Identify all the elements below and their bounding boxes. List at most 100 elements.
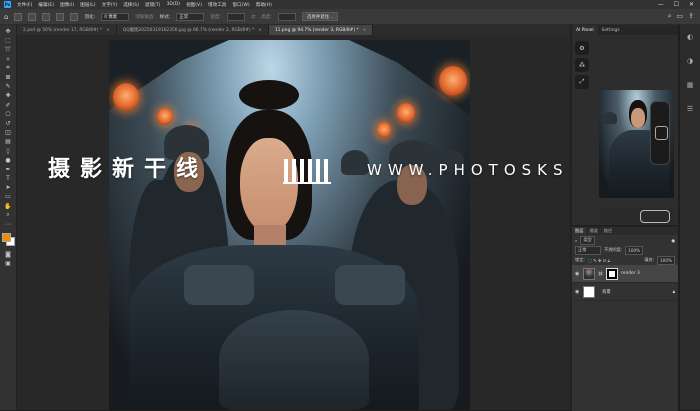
workspace-icon[interactable]: ▭ [677, 12, 684, 21]
eraser-icon[interactable]: ◫ [3, 129, 14, 136]
menu-plugins[interactable]: 增效工具 [208, 2, 226, 8]
screen-mode-icon[interactable]: ▣ [3, 260, 14, 267]
marquee-tool-icon[interactable]: ⬚ [3, 37, 14, 44]
lasso-tool-icon[interactable]: ➰ [3, 46, 14, 53]
gradient-tool-icon[interactable]: ▤ [3, 138, 14, 145]
frame-tool-icon[interactable]: ⊠ [3, 74, 14, 81]
foreground-color-swatch[interactable] [2, 233, 11, 243]
layer-render-3[interactable]: ◉ ⛓︎ render 3 [572, 265, 678, 283]
tab-11-png[interactable]: 11.png @ 94.7% (render 3, RGB/8#) * × [268, 25, 374, 35]
height-label: 高度: [261, 14, 273, 20]
menu-view[interactable]: 视图(V) [186, 2, 202, 8]
tab-close-icon[interactable]: × [106, 28, 110, 33]
filter-toggle-icon[interactable]: ● [671, 238, 675, 243]
swap-icon[interactable]: ⇄ [251, 14, 255, 20]
visibility-eye-icon[interactable]: ◉ [575, 271, 580, 277]
close-button[interactable]: ✕ [689, 1, 694, 8]
ai-panel-controls [599, 208, 673, 224]
visibility-eye-icon[interactable]: ◉ [575, 289, 580, 295]
lantern [397, 103, 415, 123]
slider-knob[interactable] [655, 126, 668, 140]
ai-panel-tabs: AI Panel Settings [572, 25, 678, 35]
crop-tool-icon[interactable]: ⌗ [3, 64, 14, 72]
watermark-logo [283, 159, 331, 184]
color-swatches[interactable] [2, 233, 15, 247]
eyedropper-icon[interactable]: ✎ [3, 83, 14, 90]
zoom-tool-icon[interactable]: ⌕ [3, 211, 14, 219]
menu-window[interactable]: 窗口(W) [232, 2, 249, 8]
menu-layer[interactable]: 图层(L) [80, 2, 95, 8]
layer-filter-select[interactable]: 类型 [580, 235, 595, 245]
tab-channels[interactable]: 通道 [586, 227, 600, 235]
canvas-area[interactable] [17, 35, 570, 410]
ai-panel-body: ⚙ ⁂ ⤢ [572, 35, 678, 225]
menu-edit[interactable]: 编辑(E) [38, 2, 54, 8]
antialias-label[interactable]: 消除锯齿 [135, 14, 153, 20]
history-brush-icon[interactable]: ↺ [3, 120, 14, 127]
menu-image[interactable]: 图像(I) [60, 2, 74, 8]
lock-label: 锁定: [575, 257, 585, 262]
tab-layers[interactable]: 图层 [572, 227, 587, 235]
height-input[interactable] [278, 12, 297, 21]
tab-close-icon[interactable]: × [363, 28, 367, 33]
marquee-tool-preset[interactable] [14, 12, 23, 21]
new-selection-icon[interactable] [28, 12, 37, 21]
menu-filter[interactable]: 滤镜(T) [145, 2, 161, 8]
tree-icon[interactable]: ⁂ [575, 58, 589, 72]
lock-icons[interactable]: ⬚ ✎ ✥ ⊡ 🔒︎ [588, 258, 610, 263]
adjustments-icon[interactable]: ◑ [687, 57, 693, 65]
width-input[interactable] [227, 12, 246, 21]
properties-icon[interactable]: ☰ [687, 105, 693, 113]
tab-2-psd[interactable]: 2.psd @ 50% (render 17, RGB/8#) * × [17, 25, 117, 35]
style-label: 样式: [159, 14, 171, 20]
more-tools-icon[interactable]: ⋯ [3, 221, 14, 228]
libraries-icon[interactable]: ▦ [687, 81, 694, 89]
expand-icon[interactable]: ⤢ [575, 75, 589, 89]
select-and-mask-button[interactable]: 选择并遮住... [302, 12, 339, 21]
clone-stamp-icon[interactable]: ⎔ [3, 111, 14, 118]
menu-file[interactable]: 文件(F) [17, 2, 32, 8]
tab-paths[interactable]: 路径 [601, 227, 615, 235]
tab-close-icon[interactable]: × [258, 28, 262, 33]
fill-input[interactable]: 100% [657, 255, 675, 265]
chain-icon[interactable]: ⛓︎ [598, 271, 603, 276]
maximize-button[interactable]: ☐ [674, 1, 679, 8]
right-icon-strip: ◐ ◑ ▦ ☰ [680, 25, 700, 410]
search-icon[interactable]: ⌕ [668, 12, 672, 21]
layer-background[interactable]: ◉ 背景 🔒︎ [572, 283, 678, 301]
quick-mask-icon[interactable]: ◙ [3, 251, 14, 258]
menu-3d[interactable]: 3D(D) [166, 2, 180, 7]
tab-settings[interactable]: Settings [598, 25, 624, 35]
share-icon[interactable]: ⇪ [688, 12, 694, 21]
ai-zoom-slider[interactable] [650, 101, 670, 165]
menu-help[interactable]: 帮助(H) [256, 2, 272, 8]
menu-bar: Ps 文件(F) 编辑(E) 图像(I) 图层(L) 文字(Y) 选择(S) 滤… [0, 0, 700, 9]
options-right-icons: ⌕ ▭ ⇪ [668, 12, 700, 21]
rectangle-tool-icon[interactable]: ▭ [3, 193, 14, 200]
subtract-selection-icon[interactable] [56, 12, 65, 21]
opacity-input[interactable]: 100% [625, 245, 644, 255]
brush-tool-icon[interactable]: ✐ [3, 102, 14, 109]
tab-qq-screenshot[interactable]: QQ截图20250319162356.jpg @ 66.7% (render 2… [116, 25, 269, 35]
document-tabs: 2.psd @ 50% (render 17, RGB/8#) * × QQ截图2… [17, 25, 570, 35]
blend-mode-select[interactable]: 正常 [575, 245, 601, 255]
move-tool-icon[interactable]: ✥ [3, 28, 14, 35]
menu-type[interactable]: 文字(Y) [102, 2, 118, 8]
style-select[interactable]: 正常 [176, 12, 205, 21]
minimize-button[interactable]: — [658, 1, 664, 8]
home-icon[interactable]: ⌂ [4, 13, 8, 21]
magic-wand-icon[interactable]: ✧ [3, 56, 14, 63]
gear-icon[interactable]: ⚙ [575, 41, 589, 55]
tab-ai-panel[interactable]: AI Panel [572, 25, 598, 35]
layer-mask-thumbnail[interactable] [606, 267, 619, 280]
hand-tool-icon[interactable]: ✋ [3, 203, 14, 210]
intersect-selection-icon[interactable] [70, 12, 79, 21]
menu-select[interactable]: 选择(S) [123, 2, 139, 8]
feather-input[interactable]: 0 像素 [101, 12, 130, 21]
ai-panel: AI Panel Settings ⚙ ⁂ ⤢ [572, 25, 678, 225]
healing-brush-icon[interactable]: ✚ [3, 92, 14, 99]
add-selection-icon[interactable] [42, 12, 51, 21]
color-panel-icon[interactable]: ◐ [687, 33, 693, 41]
ai-action-button[interactable] [640, 209, 670, 223]
layer-name: 背景 [602, 289, 611, 295]
